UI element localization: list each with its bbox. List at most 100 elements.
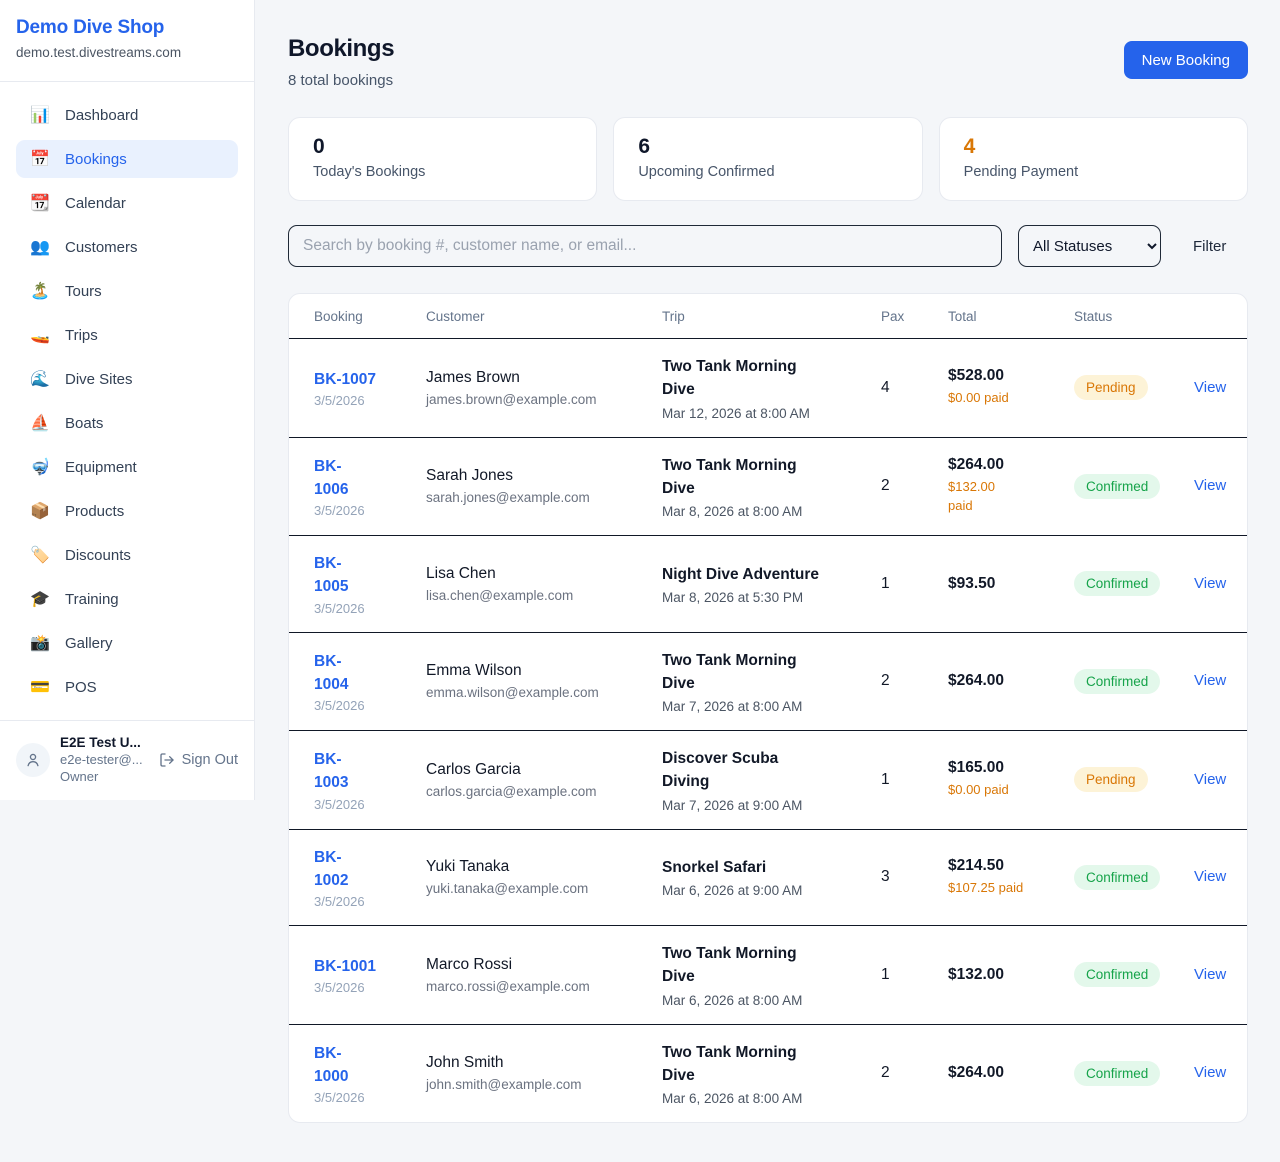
view-link[interactable]: View [1194, 379, 1226, 396]
status-cell: Confirmed [1074, 632, 1194, 731]
booking-date: 3/5/2026 [314, 980, 418, 995]
trip-cell: Two Tank Morning DiveMar 6, 2026 at 8:00… [662, 926, 881, 1025]
view-link[interactable]: View [1194, 672, 1226, 689]
total-cell: $93.50 [948, 536, 1074, 633]
status-cell: Confirmed [1074, 536, 1194, 633]
status-badge: Confirmed [1074, 962, 1160, 987]
label-tag-icon: 🏷️ [30, 545, 50, 565]
status-badge: Confirmed [1074, 669, 1160, 694]
stat-label: Upcoming Confirmed [638, 164, 897, 180]
sidebar-item-label: Bookings [65, 151, 127, 168]
col-header-booking: Booking [289, 294, 426, 339]
sidebar-item-gallery[interactable]: 📸Gallery [16, 624, 238, 662]
person-icon [24, 751, 42, 769]
status-badge: Confirmed [1074, 865, 1160, 890]
trip-name: Two Tank Morning Dive [662, 355, 873, 402]
view-link[interactable]: View [1194, 575, 1226, 592]
view-link[interactable]: View [1194, 868, 1226, 885]
table-row: BK- 10043/5/2026Emma Wilsonemma.wilson@e… [289, 632, 1247, 731]
view-link[interactable]: View [1194, 771, 1226, 788]
page-subtitle: 8 total bookings [288, 72, 394, 89]
paid-amount: $132.00 paid [948, 478, 1066, 516]
booking-date: 3/5/2026 [314, 894, 418, 909]
status-cell: Pending [1074, 731, 1194, 830]
pax-count: 1 [881, 575, 890, 592]
view-cell: View [1194, 829, 1247, 926]
stat-label: Today's Bookings [313, 164, 572, 180]
sidebar-item-dive-sites[interactable]: 🌊Dive Sites [16, 360, 238, 398]
sidebar-item-products[interactable]: 📦Products [16, 492, 238, 530]
booking-number-link[interactable]: BK- 1005 [314, 552, 348, 599]
trip-datetime: Mar 6, 2026 at 9:00 AM [662, 883, 873, 898]
trip-cell: Two Tank Morning DiveMar 6, 2026 at 8:00… [662, 1024, 881, 1122]
view-link[interactable]: View [1194, 1064, 1226, 1081]
paid-amount: $0.00 paid [948, 781, 1066, 800]
customer-cell: James Brownjames.brown@example.com [426, 339, 662, 438]
sidebar-item-trips[interactable]: 🚤Trips [16, 316, 238, 354]
view-link[interactable]: View [1194, 477, 1226, 494]
booking-date: 3/5/2026 [314, 1090, 418, 1105]
customer-name: Emma Wilson [426, 662, 654, 680]
trip-datetime: Mar 12, 2026 at 8:00 AM [662, 406, 873, 421]
pax-count: 2 [881, 1064, 890, 1081]
booking-number-link[interactable]: BK- 1006 [314, 455, 348, 502]
total-amount: $264.00 [948, 672, 1066, 690]
status-filter-select[interactable]: All Statuses [1018, 225, 1161, 267]
sign-out-button[interactable]: Sign Out [159, 752, 238, 768]
customer-name: Lisa Chen [426, 565, 654, 583]
tear-off-calendar-icon: 📆 [30, 193, 50, 213]
camera-icon: 📸 [30, 633, 50, 653]
sidebar-item-training[interactable]: 🎓 Training [16, 580, 238, 618]
sidebar-item-label: Training [65, 591, 119, 608]
sidebar-item-boats[interactable]: ⛵Boats [16, 404, 238, 442]
sidebar-item-label: Dashboard [65, 107, 138, 124]
booking-date: 3/5/2026 [314, 503, 418, 518]
new-booking-button[interactable]: New Booking [1124, 41, 1248, 79]
sidebar-item-calendar[interactable]: 📆Calendar [16, 184, 238, 222]
booking-number-link[interactable]: BK- 1002 [314, 846, 348, 893]
booking-number-link[interactable]: BK- 1000 [314, 1042, 348, 1089]
booking-cell: BK-1001 3/5/2026 [289, 926, 426, 1025]
sidebar-item-customers[interactable]: 👥Customers [16, 228, 238, 266]
search-input[interactable] [288, 225, 1002, 267]
customer-email: john.smith@example.com [426, 1077, 654, 1092]
booking-number-link[interactable]: BK-1001 [314, 955, 376, 978]
status-cell: Pending [1074, 339, 1194, 438]
booking-number-link[interactable]: BK-1007 [314, 368, 376, 391]
stat-value: 4 [964, 135, 1223, 159]
status-badge: Pending [1074, 375, 1148, 400]
pax-count: 2 [881, 672, 890, 689]
trip-datetime: Mar 6, 2026 at 8:00 AM [662, 1091, 873, 1106]
bookings-table-card: Booking Customer Trip Pax Total Status B… [288, 293, 1248, 1123]
view-cell: View [1194, 1024, 1247, 1122]
status-cell: Confirmed [1074, 926, 1194, 1025]
stat-label: Pending Payment [964, 164, 1223, 180]
view-link[interactable]: View [1194, 966, 1226, 983]
booking-cell: BK- 1003 3/5/2026 [289, 731, 426, 830]
stat-card-pending-payment: 4 Pending Payment [939, 117, 1248, 201]
filter-button[interactable]: Filter [1193, 238, 1226, 255]
booking-number-link[interactable]: BK- 1003 [314, 748, 348, 795]
controls-row: All Statuses Filter [288, 225, 1248, 267]
user-info: E2E Test U... e2e-tester@... Owner [60, 735, 149, 784]
col-header-customer: Customer [426, 294, 662, 339]
trip-datetime: Mar 7, 2026 at 9:00 AM [662, 798, 873, 813]
booking-cell: BK-10073/5/2026 [289, 339, 426, 438]
total-amount: $132.00 [948, 966, 1066, 984]
sidebar-item-pos[interactable]: 💳POS [16, 668, 238, 706]
total-cell: $264.00 [948, 1024, 1074, 1122]
status-cell: Confirmed [1074, 829, 1194, 926]
bookings-table: Booking Customer Trip Pax Total Status B… [289, 294, 1247, 1122]
user-email: e2e-tester@... [60, 752, 149, 767]
sidebar-item-bookings[interactable]: 📅Bookings [16, 140, 238, 178]
sidebar-item-dashboard[interactable]: 📊Dashboard [16, 96, 238, 134]
sidebar-item-tours[interactable]: 🏝️Tours [16, 272, 238, 310]
pax-cell: 1 [881, 536, 948, 633]
island-icon: 🏝️ [30, 281, 50, 301]
sidebar-item-equipment[interactable]: 🤿Equipment [16, 448, 238, 486]
trip-datetime: Mar 6, 2026 at 8:00 AM [662, 993, 873, 1008]
sidebar-item-discounts[interactable]: 🏷️Discounts [16, 536, 238, 574]
booking-date: 3/5/2026 [314, 797, 418, 812]
booking-number-link[interactable]: BK- 1004 [314, 650, 348, 697]
graduation-cap-icon: 🎓 [30, 589, 50, 609]
